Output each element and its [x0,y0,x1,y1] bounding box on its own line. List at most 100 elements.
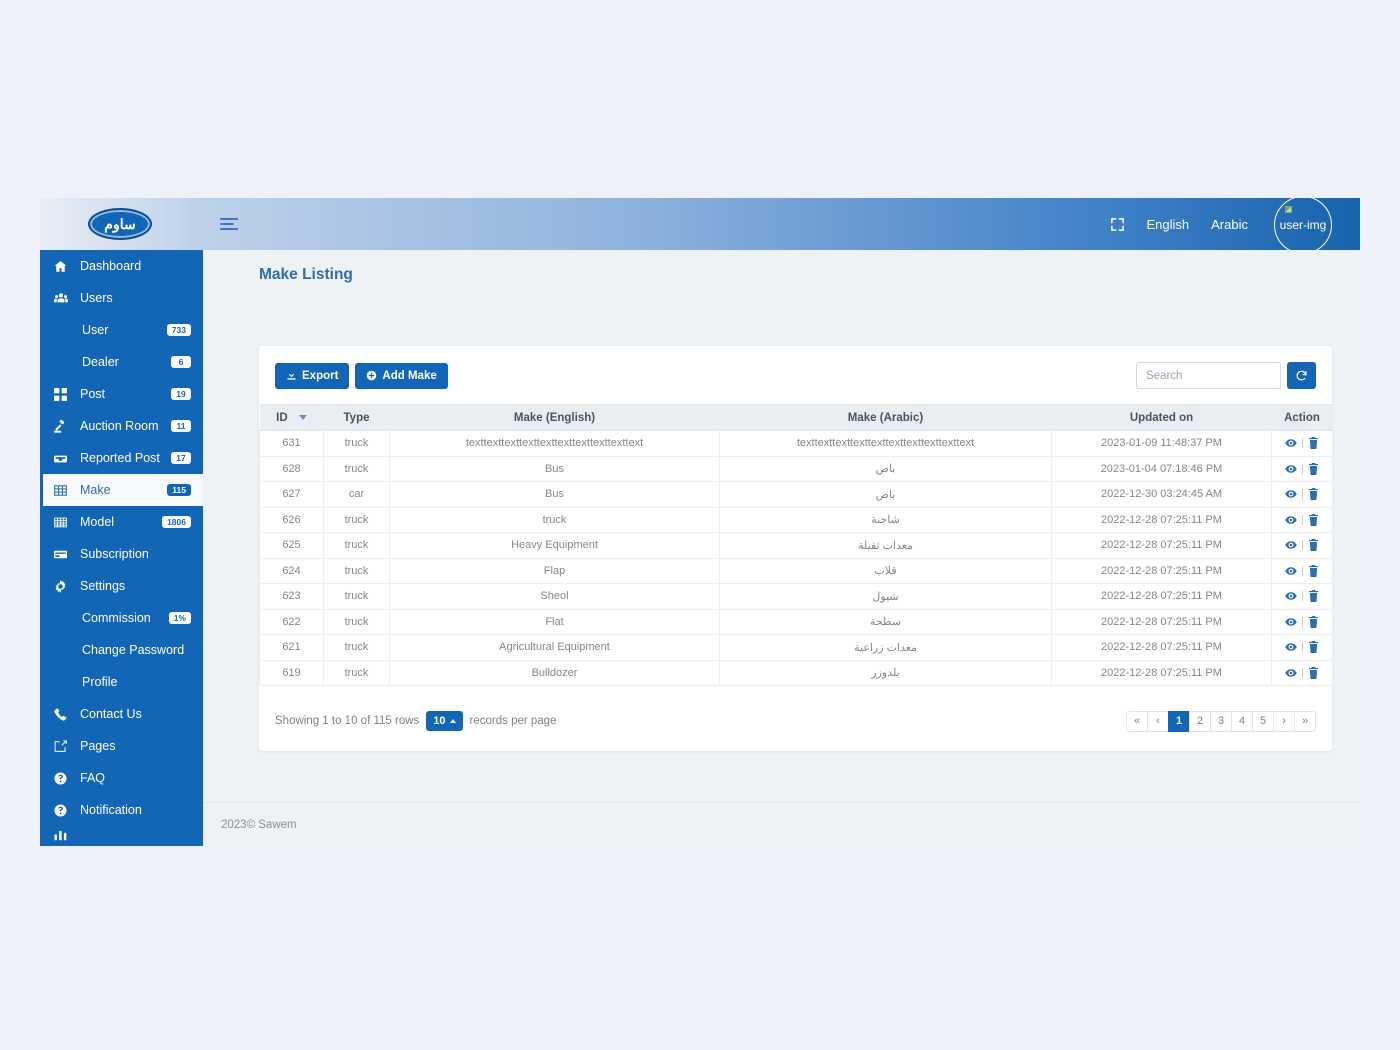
add-make-button[interactable]: Add Make [355,362,448,389]
col-header-id-label: ID [276,411,288,424]
sidebar-item-auction-room[interactable]: Auction Room 11 [40,410,203,442]
sidebar-item-contact-us[interactable]: Contact Us [40,698,203,730]
cell-updated-on: 2022-12-28 07:25:11 PM [1051,532,1272,559]
eye-icon[interactable] [1285,539,1297,551]
eye-icon[interactable] [1285,616,1297,628]
pagination[interactable]: «‹ 1 2 3 4 5 ›» [1126,710,1316,732]
trash-icon[interactable] [1308,641,1319,654]
cell-updated-on: 2022-12-28 07:25:11 PM [1051,609,1272,635]
refresh-button[interactable] [1287,362,1316,389]
grid-icon [54,387,80,401]
trash-icon[interactable] [1308,539,1319,552]
page-last[interactable]: » [1294,710,1316,732]
cell-updated-on: 2022-12-28 07:25:11 PM [1051,583,1272,610]
page-3[interactable]: 3 [1210,710,1232,732]
col-header-make-arabic[interactable]: Make (Arabic) [719,404,1052,431]
page-2[interactable]: 2 [1189,710,1211,732]
sidebar-item-pages[interactable]: Pages [40,730,203,762]
lang-arabic[interactable]: Arabic [1211,217,1248,232]
sidebar-item-settings[interactable]: Settings [40,570,203,602]
cell-type: car [323,481,390,508]
sidebar-item-reported-post[interactable]: Reported Post 17 [40,442,203,474]
sidebar-item-label: Post [80,387,106,401]
sidebar-item-commission[interactable]: Commission 1% [40,602,203,634]
sidebar[interactable]: Dashboard Users User 733 Dealer 6 Post 19 Auctio… [40,250,203,846]
action-separator: | [1301,590,1304,603]
sidebar-item-label: Auction Room [80,419,159,433]
brand-logo[interactable]: ساوم [40,208,200,240]
eye-icon[interactable] [1285,667,1297,679]
sidebar-item-users[interactable]: Users [40,282,203,314]
page-4[interactable]: 4 [1231,710,1253,732]
eye-icon[interactable] [1285,488,1297,500]
expand-icon[interactable] [1110,217,1125,232]
sidebar-item-profile[interactable]: Profile [40,666,203,698]
sidebar-item-change-password[interactable]: Change Password [40,634,203,666]
eye-icon[interactable] [1285,565,1297,577]
cell-type: truck [323,456,390,482]
page-first[interactable]: « [1126,710,1148,732]
sidebar-item-subscription[interactable]: Subscription [40,538,203,570]
sidebar-badge: 17 [171,451,191,465]
per-page-value: 10 [433,715,446,727]
action-separator: | [1301,641,1304,654]
trash-icon[interactable] [1308,462,1319,475]
trash-icon[interactable] [1308,488,1319,501]
col-header-id[interactable]: ID [259,404,324,431]
eye-icon[interactable] [1285,437,1297,449]
sort-desc-icon[interactable] [298,414,307,420]
table-header-row: ID Type Make (English) Make (Arabic) Upd… [259,404,1333,431]
eye-icon[interactable] [1285,590,1297,602]
cell-make-arabic: معدات زراعية [719,634,1052,661]
trash-icon[interactable] [1308,437,1319,450]
trash-icon[interactable] [1308,513,1319,526]
eye-icon[interactable] [1285,641,1297,653]
col-header-type[interactable]: Type [323,404,390,431]
sidebar-item-faq[interactable]: FAQ [40,762,203,794]
cell-updated-on: 2022-12-30 03:24:45 AM [1051,481,1272,508]
search-input[interactable] [1136,362,1281,389]
page-1[interactable]: 1 [1168,710,1190,732]
cell-id: 625 [259,532,324,559]
sidebar-item-notification[interactable]: Notification [40,794,203,826]
col-header-updated-on[interactable]: Updated on [1051,404,1272,431]
cell-id: 628 [259,456,324,482]
avatar[interactable]: user-img [1274,198,1332,254]
sidebar-item-model[interactable]: Model 1806 [40,506,203,538]
cell-action: | [1271,456,1333,482]
table-header: ID Type Make (English) Make (Arabic) Upd… [259,404,1333,431]
cell-make-arabic: texttexttexttexttexttexttexttexttexttext [719,430,1052,457]
page-5[interactable]: 5 [1252,710,1274,732]
sidebar-item-post[interactable]: Post 19 [40,378,203,410]
page-title: Make Listing [259,266,353,283]
inbox-icon [54,452,80,465]
col-header-make-english[interactable]: Make (English) [389,404,720,431]
cell-type: truck [323,507,390,533]
hamburger-icon[interactable] [220,218,238,230]
cell-make-english: texttexttexttexttexttexttexttexttexttext [389,430,720,457]
table-row: 622 truck Flat سطحة 2022-12-28 07:25:11 PM | [259,609,1333,635]
sidebar-item-dashboard[interactable]: Dashboard [40,250,203,282]
trash-icon[interactable] [1308,615,1319,628]
table-row: 624 truck Flap قلاب 2022-12-28 07:25:11 PM | [259,558,1333,584]
page-next[interactable]: › [1273,710,1295,732]
cell-action: | [1271,609,1333,635]
trash-icon[interactable] [1308,666,1319,679]
trash-icon[interactable] [1308,564,1319,577]
export-button[interactable]: Export [275,362,350,389]
lang-english[interactable]: English [1147,217,1190,232]
sidebar-item-dealer[interactable]: Dealer 6 [40,346,203,378]
eye-icon[interactable] [1285,514,1297,526]
cell-updated-on: 2023-01-09 11:48:37 PM [1051,430,1272,457]
records-per-page-dropdown[interactable]: 10 [426,711,463,731]
sidebar-item-label: Dealer [82,355,119,369]
trash-icon[interactable] [1308,590,1319,603]
per-page-suffix: records per page [469,715,557,727]
sidebar-item-partially-hidden[interactable] [40,826,203,842]
page-prev[interactable]: ‹ [1147,710,1169,732]
download-icon [286,370,297,381]
eye-icon[interactable] [1285,463,1297,475]
top-navigation-bar: ساوم English Arabic user-img [40,198,1360,254]
sidebar-item-make[interactable]: Make 115 [40,474,203,506]
sidebar-item-user[interactable]: User 733 [40,314,203,346]
